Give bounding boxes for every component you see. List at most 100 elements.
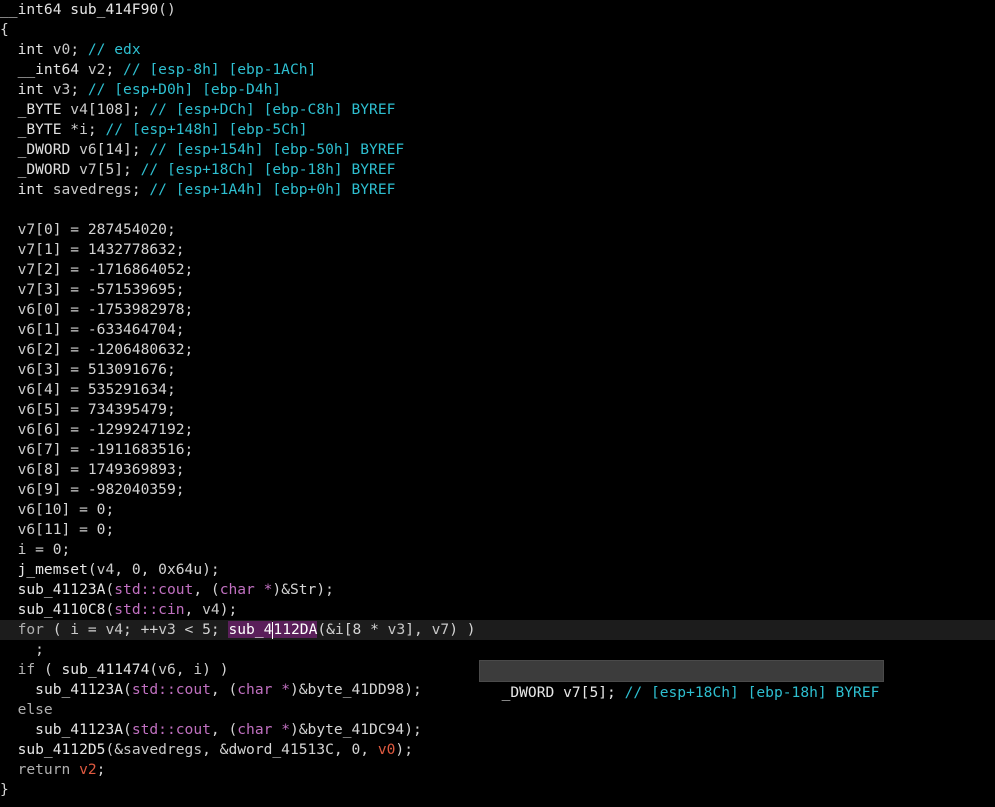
code-line[interactable]: _BYTE *i; // [esp+148h] [ebp-5Ch]: [0, 120, 995, 140]
code-token[interactable]: savedregs: [53, 181, 132, 198]
code-token[interactable]: j_memset: [18, 561, 88, 578]
code-token[interactable]: v6: [18, 401, 36, 418]
code-token[interactable]: v6: [18, 341, 36, 358]
code-token[interactable]: v7: [18, 261, 36, 278]
code-line[interactable]: v6[6] = -1299247192;: [0, 420, 995, 440]
code-token[interactable]: v6: [79, 141, 97, 158]
code-line[interactable]: v6[8] = 1749369893;: [0, 460, 995, 480]
code-token: , 0, 0x64u);: [114, 561, 220, 578]
code-token[interactable]: v7: [18, 221, 36, 238]
code-token: ;: [87, 121, 106, 138]
code-token[interactable]: v6: [18, 301, 36, 318]
highlighted-identifier[interactable]: sub_4: [228, 621, 273, 638]
code-token[interactable]: savedregs: [123, 741, 202, 758]
code-token[interactable]: v6: [158, 661, 176, 678]
code-token[interactable]: v6: [18, 441, 36, 458]
code-line[interactable]: v7[0] = 287454020;: [0, 220, 995, 240]
code-token: // [esp+148h] [ebp-5Ch]: [105, 121, 308, 138]
code-line[interactable]: for ( i = v4; ++v3 < 5; sub_4112DA(&i[8 …: [0, 620, 995, 640]
code-token[interactable]: sub_41123A: [35, 721, 123, 738]
code-token: ) ): [202, 661, 229, 678]
code-line[interactable]: sub_41123A(std::cout, (char *)&Str);: [0, 580, 995, 600]
code-token[interactable]: v2: [88, 61, 106, 78]
code-token[interactable]: v6: [18, 321, 36, 338]
code-line[interactable]: v7[1] = 1432778632;: [0, 240, 995, 260]
code-token[interactable]: v4: [105, 621, 123, 638]
code-line[interactable]: _BYTE v4[108]; // [esp+DCh] [ebp-C8h] BY…: [0, 100, 995, 120]
code-token[interactable]: v6: [18, 361, 36, 378]
code-line[interactable]: v6[9] = -982040359;: [0, 480, 995, 500]
highlighted-identifier[interactable]: 112DA: [273, 621, 318, 638]
code-token[interactable]: v4: [97, 561, 115, 578]
code-line[interactable]: [0, 200, 995, 220]
code-token[interactable]: sub_414F90: [70, 1, 158, 18]
code-token[interactable]: v4: [202, 601, 220, 618]
code-line[interactable]: int savedregs; // [esp+1A4h] [ebp+0h] BY…: [0, 180, 995, 200]
code-line[interactable]: v6[0] = -1753982978;: [0, 300, 995, 320]
code-token[interactable]: v6: [18, 521, 36, 538]
code-token[interactable]: v7: [79, 161, 97, 178]
code-line[interactable]: sub_41123A(std::cout, (char *)&byte_41DC…: [0, 720, 995, 740]
code-token[interactable]: v6: [18, 501, 36, 518]
code-token[interactable]: v0: [53, 41, 71, 58]
code-token[interactable]: v7: [18, 241, 36, 258]
code-line[interactable]: v6[5] = 734395479;: [0, 400, 995, 420]
code-token[interactable]: i: [79, 121, 88, 138]
code-line[interactable]: int v3; // [esp+D0h] [ebp-D4h]: [0, 80, 995, 100]
code-token[interactable]: sub_411474: [62, 661, 150, 678]
code-line[interactable]: v6[10] = 0;: [0, 500, 995, 520]
code-token[interactable]: v6: [18, 421, 36, 438]
code-line[interactable]: v7[3] = -571539695;: [0, 280, 995, 300]
code-token[interactable]: v6: [18, 381, 36, 398]
code-token[interactable]: v3: [158, 621, 176, 638]
code-line[interactable]: _DWORD v7[5]; // [esp+18Ch] [ebp-18h] BY…: [0, 160, 995, 180]
code-token: // edx: [87, 41, 141, 58]
code-token[interactable]: i: [193, 661, 202, 678]
code-token[interactable]: v4: [70, 101, 88, 118]
code-line[interactable]: v6[3] = 513091676;: [0, 360, 995, 380]
code-line[interactable]: v6[11] = 0;: [0, 520, 995, 540]
code-line[interactable]: v6[1] = -633464704;: [0, 320, 995, 340]
code-line[interactable]: _DWORD v6[14]; // [esp+154h] [ebp-50h] B…: [0, 140, 995, 160]
code-token[interactable]: v6: [18, 481, 36, 498]
code-token: ;: [70, 41, 88, 58]
code-token: );: [219, 601, 238, 618]
code-token[interactable]: v7: [18, 281, 36, 298]
code-token[interactable]: i: [70, 621, 79, 638]
code-token[interactable]: v2: [79, 761, 97, 778]
code-line[interactable]: j_memset(v4, 0, 0x64u);: [0, 560, 995, 580]
code-line[interactable]: v6[2] = -1206480632;: [0, 340, 995, 360]
code-line[interactable]: __int64 sub_414F90(): [0, 0, 995, 20]
code-line[interactable]: v6[4] = 535291634;: [0, 380, 995, 400]
code-token: char *: [237, 681, 290, 698]
code-line[interactable]: __int64 v2; // [esp-8h] [ebp-1ACh]: [0, 60, 995, 80]
code-line[interactable]: }: [0, 780, 995, 800]
code-line[interactable]: {: [0, 20, 995, 40]
code-token[interactable]: sub_4110C8: [18, 601, 106, 618]
code-line[interactable]: sub_4112D5(&savedregs, &dword_41513C, 0,…: [0, 740, 995, 760]
code-token[interactable]: v0: [378, 741, 396, 758]
code-line[interactable]: return v2;: [0, 760, 995, 780]
code-token[interactable]: sub_41123A: [35, 681, 123, 698]
code-token: [5] = 734395479;: [35, 401, 176, 418]
code-token[interactable]: i: [335, 621, 344, 638]
code-line[interactable]: else: [0, 700, 995, 720]
code-line[interactable]: sub_4110C8(std::cin, v4);: [0, 600, 995, 620]
code-line[interactable]: ;: [0, 640, 995, 660]
code-token[interactable]: v3: [53, 81, 71, 98]
code-token[interactable]: sub_41123A: [18, 581, 106, 598]
code-line[interactable]: i = 0;: [0, 540, 995, 560]
code-token[interactable]: v6: [18, 461, 36, 478]
code-line[interactable]: v7[2] = -1716864052;: [0, 260, 995, 280]
code-line[interactable]: int v0; // edx: [0, 40, 995, 60]
code-token[interactable]: v3: [388, 621, 406, 638]
code-token: (: [43, 621, 71, 638]
code-line[interactable]: v6[7] = -1911683516;: [0, 440, 995, 460]
code-token[interactable]: sub_4112D5: [18, 741, 106, 758]
code-token[interactable]: v7: [432, 621, 450, 638]
